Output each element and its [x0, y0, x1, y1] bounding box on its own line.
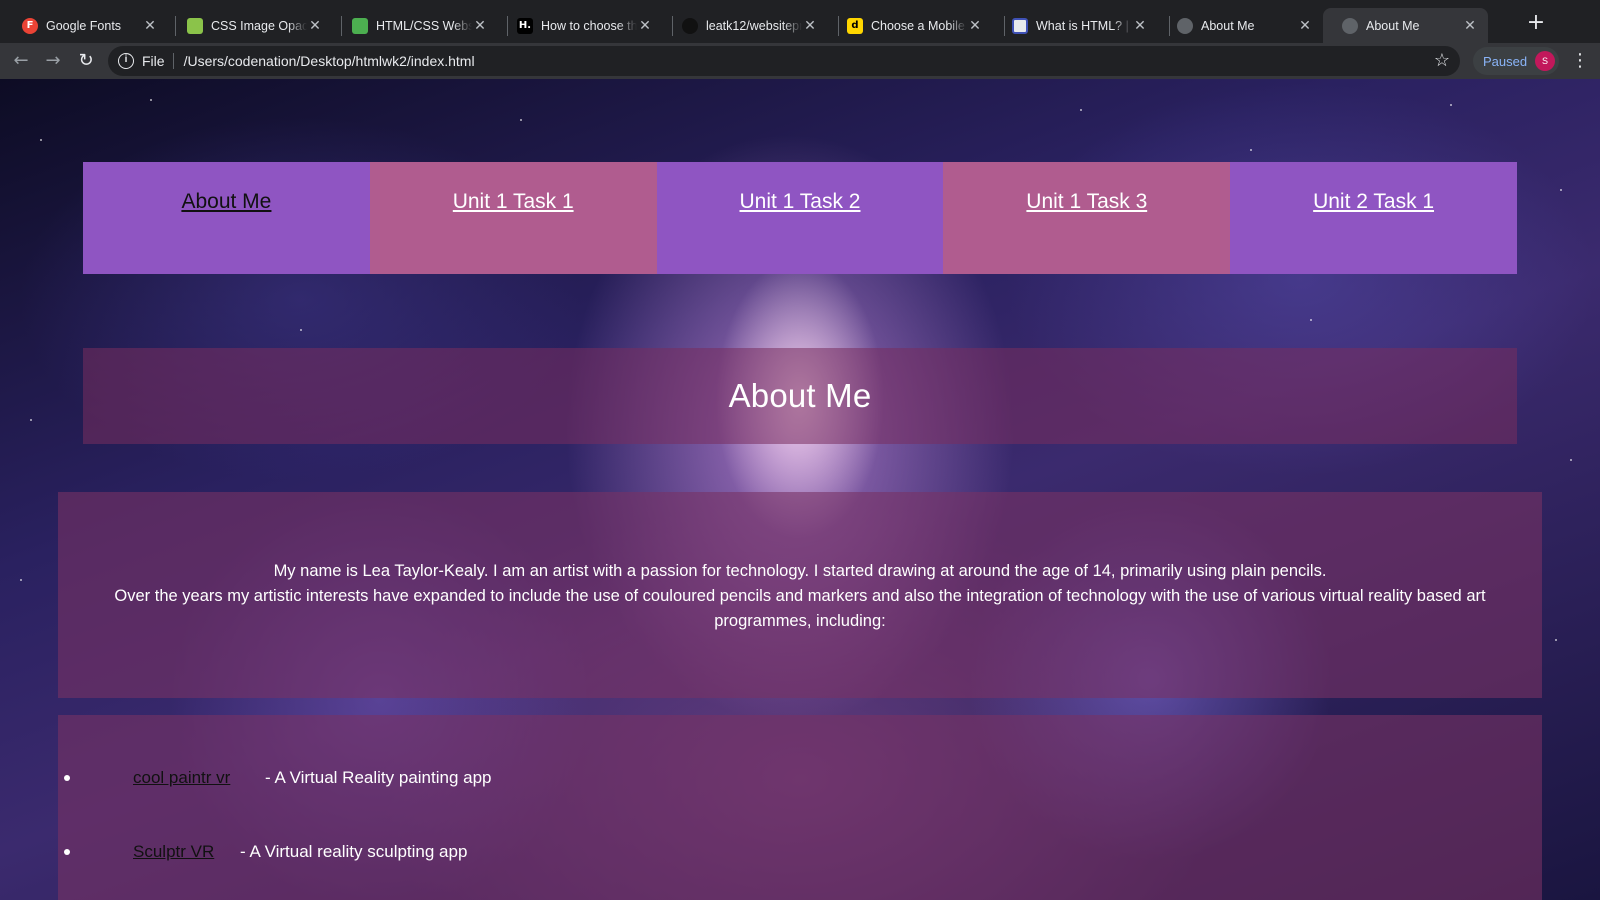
- list-item: Sculptr VR - A Virtual reality sculpting…: [58, 840, 858, 864]
- forward-arrow-icon[interactable]: →: [41, 49, 65, 73]
- url-scheme-label: File: [142, 53, 165, 69]
- app-description: - A Virtual Reality painting app: [265, 768, 492, 787]
- tab-github-repo[interactable]: leatk12/websitepr ✕: [663, 8, 828, 43]
- tab-title: leatk12/websitepr: [706, 18, 802, 33]
- bio-panel: My name is Lea Taylor-Kealy. I am an art…: [58, 492, 1542, 698]
- bio-line-1: My name is Lea Taylor-Kealy. I am an art…: [273, 562, 1327, 580]
- close-tab-icon[interactable]: ✕: [637, 18, 653, 34]
- google-fonts-favicon-icon: F: [22, 17, 38, 34]
- app-description: - A Virtual reality sculpting app: [240, 842, 468, 861]
- new-tab-button[interactable]: +: [1524, 12, 1548, 36]
- back-arrow-icon[interactable]: ←: [9, 49, 33, 73]
- profile-button[interactable]: Paused S: [1473, 47, 1559, 75]
- page-title: About Me: [728, 377, 872, 414]
- globe-icon: [1342, 17, 1358, 34]
- page-title-panel: About Me: [83, 348, 1517, 444]
- tab-title: About Me: [1201, 18, 1255, 33]
- omnibox-divider: [172, 53, 174, 69]
- tab-css-image-opacity[interactable]: CSS Image Opacity ✕: [168, 8, 333, 43]
- tab-title: Google Fonts: [46, 18, 122, 33]
- main-nav: About Me Unit 1 Task 1 Unit 1 Task 2 Uni…: [83, 162, 1517, 274]
- address-bar[interactable]: i File /Users/codenation/Desktop/htmlwk2…: [108, 46, 1460, 76]
- close-tab-icon[interactable]: ✕: [1462, 18, 1478, 34]
- list-item: cool paintr vr - A Virtual Reality paint…: [58, 766, 858, 790]
- nav-item-unit1-task2: Unit 1 Task 2: [656, 162, 944, 274]
- bullet-icon: [64, 775, 70, 781]
- close-tab-icon[interactable]: ✕: [967, 18, 983, 34]
- bullet-icon: [64, 849, 70, 855]
- browser-toolbar: ← → ↻ i File /Users/codenation/Desktop/h…: [0, 43, 1600, 79]
- reload-icon[interactable]: ↻: [74, 49, 98, 73]
- close-tab-icon[interactable]: ✕: [472, 18, 488, 34]
- avatar: S: [1535, 51, 1555, 71]
- nav-link-unit1-task3[interactable]: Unit 1 Task 3: [1026, 190, 1147, 274]
- tab-title: What is HTML? | H: [1036, 18, 1132, 33]
- tab-choose-mobile[interactable]: d Choose a Mobile W ✕: [828, 8, 993, 43]
- page-viewport: About Me Unit 1 Task 1 Unit 1 Task 2 Uni…: [0, 79, 1600, 900]
- d-favicon-icon: d: [847, 17, 863, 34]
- menu-kebab-icon[interactable]: ⋮: [1570, 49, 1590, 73]
- bio-line-2: Over the years my artistic interests hav…: [114, 587, 1486, 630]
- hostinger-favicon-icon: H.: [517, 17, 533, 34]
- tab-title: About Me: [1366, 18, 1420, 33]
- close-tab-icon[interactable]: ✕: [1132, 18, 1148, 34]
- tab-how-to-choose[interactable]: H. How to choose the ✕: [498, 8, 663, 43]
- nav-item-unit1-task1: Unit 1 Task 1: [369, 162, 657, 274]
- nav-link-unit1-task2[interactable]: Unit 1 Task 2: [739, 190, 860, 274]
- nav-item-unit2-task1: Unit 2 Task 1: [1230, 162, 1517, 274]
- document-favicon-icon: [1012, 17, 1028, 34]
- close-tab-icon[interactable]: ✕: [802, 18, 818, 34]
- trello-favicon-icon: [352, 17, 368, 34]
- tab-title: How to choose the: [541, 18, 637, 33]
- nav-link-unit2-task1[interactable]: Unit 2 Task 1: [1313, 190, 1434, 274]
- close-tab-icon[interactable]: ✕: [307, 18, 323, 34]
- nav-link-about-me[interactable]: About Me: [181, 190, 271, 274]
- app-link-cool-paintr[interactable]: cool paintr vr: [133, 766, 230, 790]
- nav-item-unit1-task3: Unit 1 Task 3: [943, 162, 1231, 274]
- profile-status: Paused: [1483, 53, 1528, 69]
- close-tab-icon[interactable]: ✕: [1297, 18, 1313, 34]
- close-tab-icon[interactable]: ✕: [142, 18, 158, 34]
- globe-icon: [1177, 17, 1193, 34]
- url-text[interactable]: /Users/codenation/Desktop/htmlwk2/index.…: [184, 53, 475, 69]
- site-info-icon[interactable]: i: [118, 53, 134, 69]
- tab-title: Choose a Mobile W: [871, 18, 967, 33]
- tab-title: CSS Image Opacity: [211, 18, 307, 33]
- github-favicon-icon: [682, 17, 698, 34]
- tab-strip: F Google Fonts ✕ CSS Image Opacity ✕ HTM…: [0, 0, 1600, 43]
- bookmark-star-icon[interactable]: ☆: [1434, 50, 1450, 71]
- app-link-sculptr-vr[interactable]: Sculptr VR: [133, 840, 214, 864]
- nav-link-unit1-task1[interactable]: Unit 1 Task 1: [453, 190, 574, 274]
- tab-what-is-html[interactable]: What is HTML? | H ✕: [993, 8, 1158, 43]
- tab-html-css-website[interactable]: HTML/CSS Website ✕: [333, 8, 498, 43]
- nav-item-about-me: About Me: [83, 162, 370, 274]
- tab-about-me[interactable]: About Me ✕: [1158, 8, 1323, 43]
- tab-google-fonts[interactable]: F Google Fonts ✕: [3, 8, 168, 43]
- tab-about-me-active[interactable]: About Me ✕: [1323, 8, 1488, 43]
- w3schools-favicon-icon: [187, 17, 203, 34]
- apps-list-panel: cool paintr vr - A Virtual Reality paint…: [58, 715, 1542, 900]
- tab-title: HTML/CSS Website: [376, 18, 472, 33]
